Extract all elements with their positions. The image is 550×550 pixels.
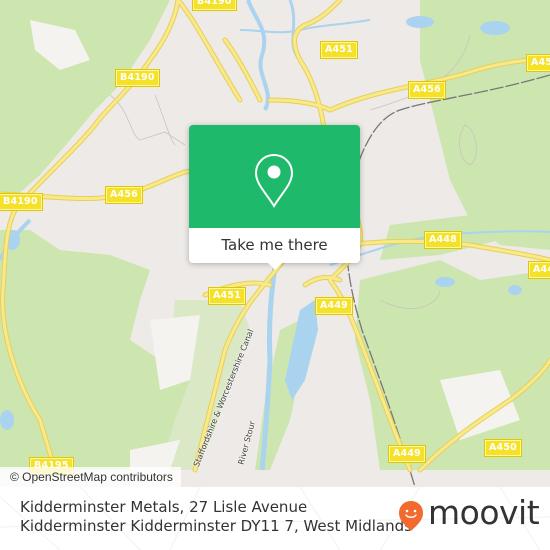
footer-bar: Kidderminster Metals, 27 Lisle Avenue Ki… — [0, 487, 550, 550]
popup-header — [189, 125, 360, 228]
road-label-a456-east: A456 — [409, 82, 445, 98]
road-label-a44-east: A44 — [529, 262, 550, 278]
road-label-b4190-north: B4190 — [193, 0, 236, 10]
road-label-a449-south: A449 — [389, 446, 425, 462]
location-popup: Take me there — [189, 125, 360, 270]
road-label-a456-far-east: A456 — [527, 55, 550, 71]
popup-pointer — [267, 262, 283, 270]
moovit-wordmark: moovit — [428, 493, 540, 532]
address-line-1: Kidderminster Metals, 27 Lisle Avenue — [20, 498, 308, 516]
road-label-a449-center: A449 — [316, 298, 352, 314]
map-attribution[interactable]: © OpenStreetMap contributors — [0, 467, 181, 487]
moovit-smiley-pin-icon — [399, 500, 423, 531]
road-label-a450: A450 — [485, 440, 521, 456]
road-label-a451-south: A451 — [209, 288, 245, 304]
road-label-b4190-west: B4190 — [0, 194, 42, 210]
road-label-a451-north: A451 — [321, 42, 357, 58]
road-label-a448: A448 — [425, 232, 461, 248]
road-label-b4190: B4190 — [116, 70, 159, 86]
road-label-a456-west: A456 — [106, 187, 142, 203]
destination-address: Kidderminster Metals, 27 Lisle Avenue Ki… — [20, 498, 412, 536]
address-line-2: Kidderminster Kidderminster DY11 7, West… — [20, 517, 412, 535]
take-me-there-button[interactable]: Take me there — [189, 228, 360, 263]
map-pin-icon — [254, 153, 294, 208]
map-view[interactable]: B4190 B4190 B4190 A456 A451 A456 A456 A4… — [0, 0, 550, 487]
moovit-logo[interactable]: moovit — [398, 493, 540, 532]
